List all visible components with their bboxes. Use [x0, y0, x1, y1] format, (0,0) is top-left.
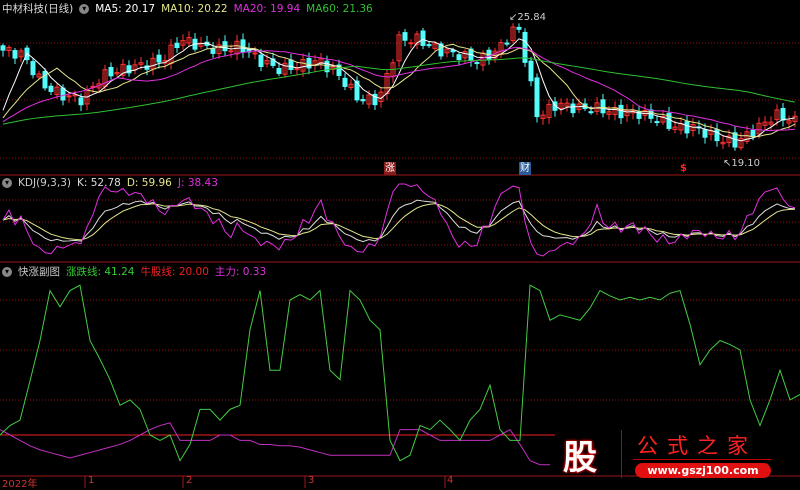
candle-body: [30, 61, 36, 76]
min-price-label: ↖19.10: [723, 158, 761, 169]
candle-body: [456, 54, 462, 60]
kdj-j: J: 38.43: [177, 177, 218, 189]
candle-body: [42, 70, 48, 89]
ma10-value: MA10: 20.22: [161, 2, 228, 15]
candle-body: [570, 103, 576, 114]
candle-body: [306, 57, 312, 69]
candle-body: [402, 32, 408, 41]
main-header: 中材科技(日线) ▾ MA5: 20.17 MA10: 20.22 MA20: …: [2, 1, 373, 16]
niugu-value: 牛股线: 20.00: [140, 266, 209, 278]
zhuli-value: 主力: 0.33: [214, 266, 267, 278]
dropdown-icon[interactable]: ▾: [2, 178, 12, 188]
stock-title: 中材科技(日线): [2, 3, 74, 15]
candle-body: [408, 42, 414, 45]
kdj-k: K: 52.78: [76, 177, 121, 189]
candle-body: [48, 85, 54, 92]
logo-char: 股: [563, 438, 597, 478]
candle-body: [60, 87, 66, 101]
axis-month-2: 2: [186, 475, 193, 486]
candle-body: [276, 67, 282, 75]
logo-url[interactable]: www.gszj100.com: [635, 463, 771, 478]
candle-body: [156, 54, 162, 63]
stock-chart[interactable]: [0, 0, 800, 488]
candle-body: [228, 50, 234, 53]
watermark-logo: 股 公式之家 www.gszj100.com: [555, 430, 775, 480]
max-price-label: ↙25.84: [509, 12, 547, 23]
zhangdie-value: 涨跌线: 41.24: [66, 266, 135, 278]
min-price-value: 19.10: [731, 158, 761, 169]
ma20-value: MA20: 19.94: [233, 2, 301, 15]
event-tag-cai[interactable]: 财: [519, 162, 531, 175]
candle-body: [750, 129, 756, 138]
candle-body: [780, 107, 786, 121]
candle-body: [0, 45, 6, 51]
candle-body: [654, 121, 660, 124]
candle-body: [66, 95, 72, 98]
candle-body: [516, 26, 522, 30]
candle-body: [12, 50, 18, 59]
candle-body: [342, 77, 348, 87]
candle-body: [588, 111, 594, 114]
ma5-value: MA5: 20.17: [95, 2, 156, 15]
candle-body: [504, 42, 510, 45]
candle-body: [618, 104, 624, 119]
candle-body: [474, 62, 480, 65]
candle-body: [258, 54, 264, 68]
candle-body: [420, 30, 426, 46]
candle-body: [684, 121, 690, 134]
sub-header: ▾ 快涨副图 涨跌线: 41.24 牛股线: 20.00 主力: 0.33: [2, 264, 266, 279]
candle-body: [702, 129, 708, 138]
candle-body: [210, 48, 216, 54]
ma60-value: MA60: 21.36: [306, 2, 373, 15]
candle-body: [240, 39, 246, 53]
candle-body: [534, 77, 540, 118]
candle-body: [600, 99, 606, 114]
zhuli-line: [0, 422, 550, 466]
dropdown-icon[interactable]: ▾: [79, 3, 90, 14]
kdj-d: D: 59.96: [126, 177, 172, 189]
candle-body: [108, 66, 114, 77]
dropdown-icon[interactable]: ▾: [2, 266, 12, 277]
event-tag-zhang[interactable]: 涨: [384, 162, 396, 175]
logo-title: 公式之家: [637, 434, 757, 458]
event-tag-dollar[interactable]: $: [679, 162, 688, 175]
candle-body: [426, 44, 432, 47]
axis-month-1: 1: [88, 475, 95, 486]
sub-name: 快涨副图: [18, 266, 60, 278]
candle-body: [174, 42, 180, 49]
candle-body: [528, 60, 534, 82]
kdj-name: KDJ(9,3,3): [18, 177, 71, 189]
ma60-line: [2, 57, 796, 125]
candle-body: [360, 99, 366, 102]
axis-month-4: 4: [447, 475, 454, 486]
kdj-header: ▾ KDJ(9,3,3) K: 52.78 D: 59.96 J: 38.43: [2, 177, 218, 189]
axis-month-3: 3: [308, 475, 315, 486]
max-price-value: 25.84: [517, 12, 547, 23]
candle-body: [288, 59, 294, 70]
candle-body: [78, 97, 84, 106]
candle-body: [714, 129, 720, 142]
